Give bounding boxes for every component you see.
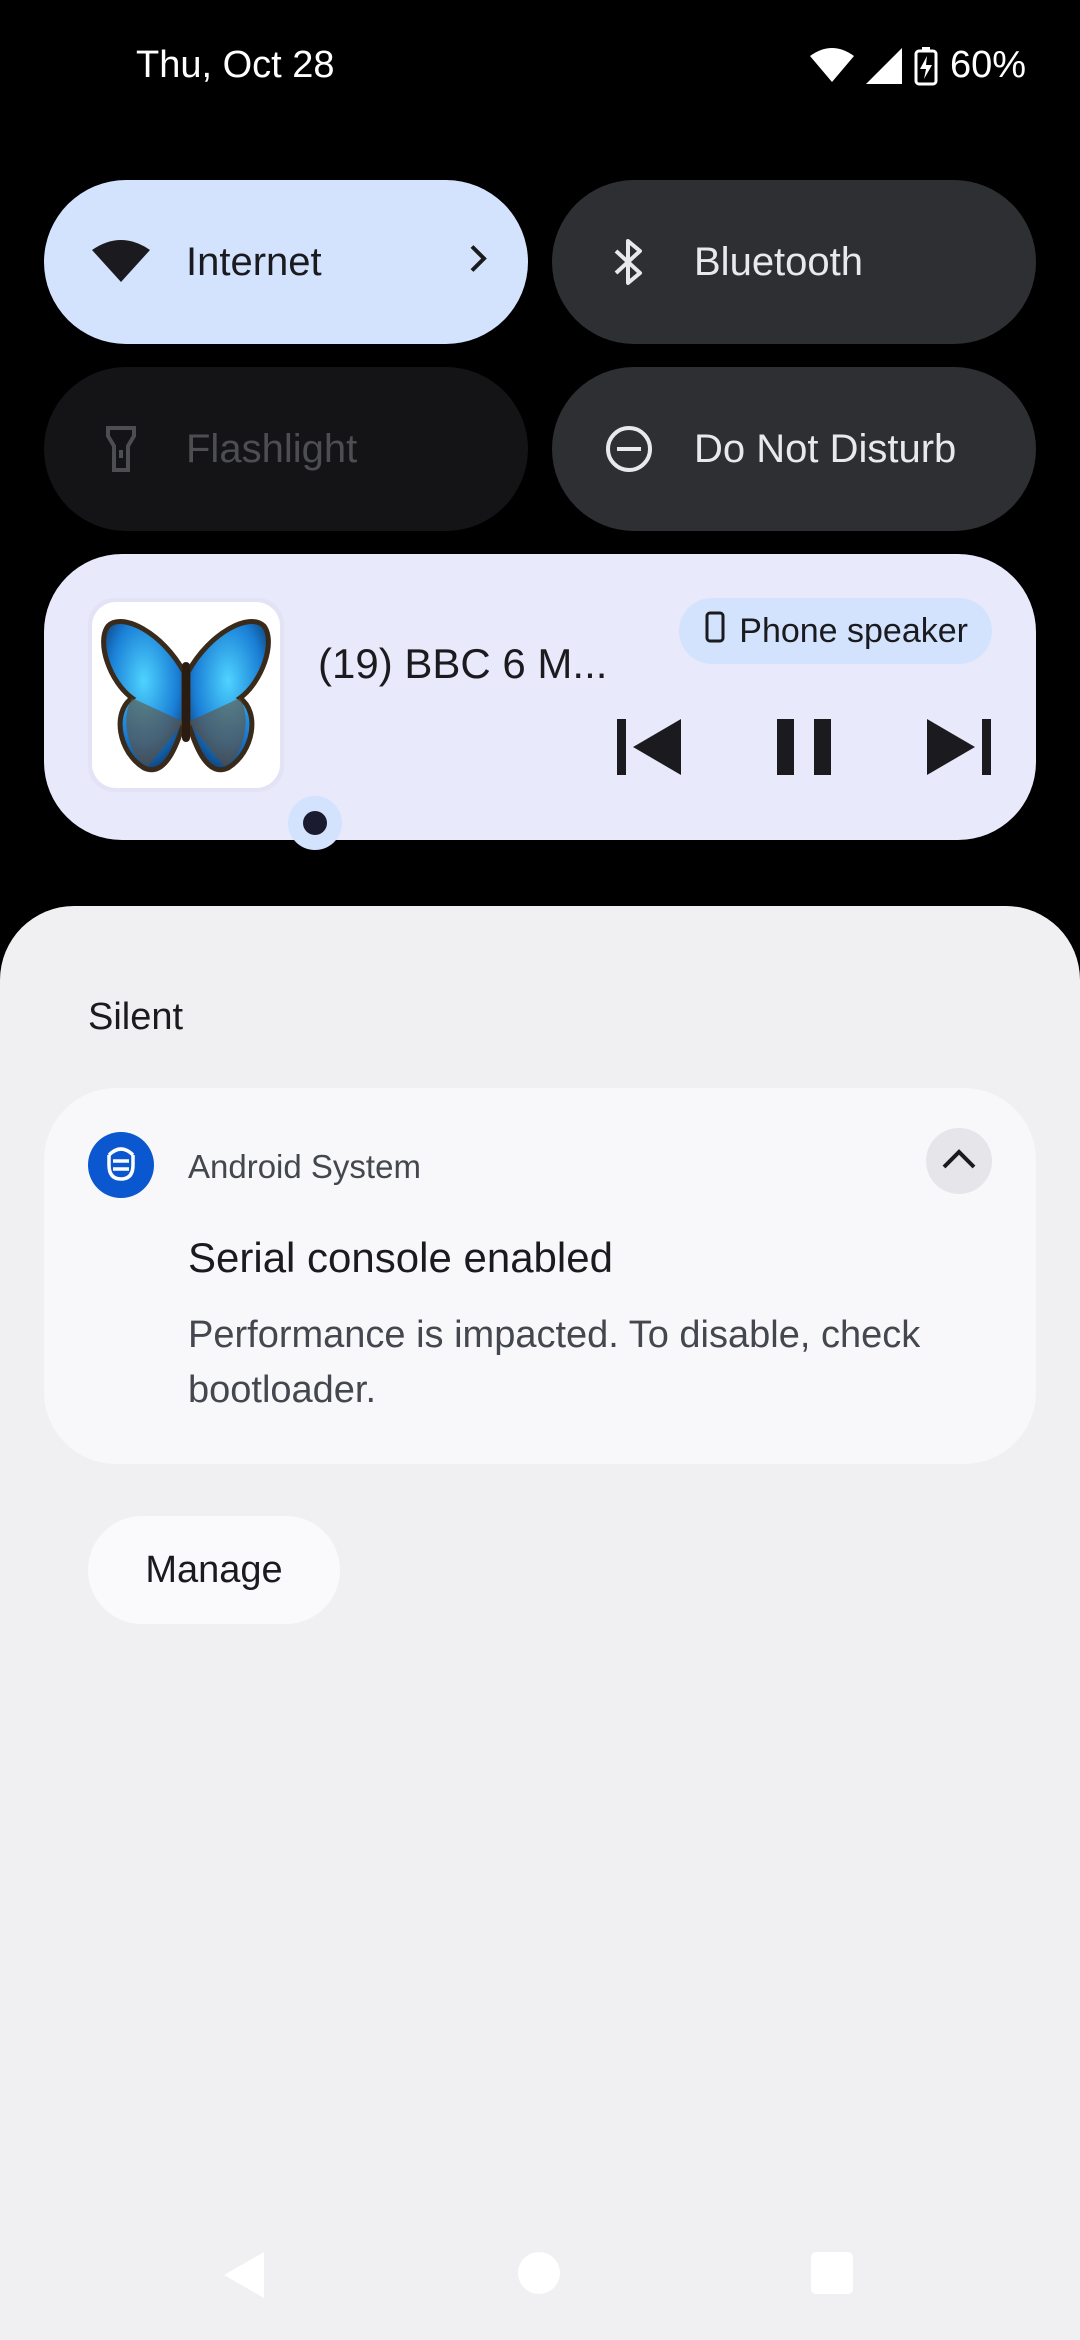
output-label: Phone speaker xyxy=(739,611,968,650)
status-date: Thu, Oct 28 xyxy=(136,44,335,86)
output-switcher-chip[interactable]: Phone speaker xyxy=(679,598,992,664)
notification-title: Serial console enabled xyxy=(188,1234,613,1281)
dnd-icon xyxy=(594,414,664,484)
tile-label: Bluetooth xyxy=(694,239,864,284)
status-icons: 60% xyxy=(809,44,1026,87)
tile-internet[interactable]: Internet xyxy=(44,180,528,344)
skip-previous-button[interactable] xyxy=(604,704,694,794)
tile-flashlight[interactable]: Flashlight xyxy=(44,367,528,531)
manage-button[interactable]: Manage xyxy=(88,1516,340,1624)
tile-label: Internet xyxy=(186,239,322,284)
media-player-card[interactable]: (19) BBC 6 M... Phone speaker xyxy=(44,554,1036,850)
tile-do-not-disturb[interactable]: Do Not Disturb xyxy=(552,367,1036,531)
tile-label: Do Not Disturb xyxy=(694,426,957,471)
nav-home-button[interactable] xyxy=(518,2252,560,2294)
section-header-silent: Silent xyxy=(88,996,184,1038)
wifi-icon xyxy=(86,227,156,297)
skip-previous-icon xyxy=(617,717,681,782)
back-icon xyxy=(224,2252,264,2298)
wifi-icon xyxy=(809,47,854,84)
flashlight-icon xyxy=(86,414,156,484)
album-art xyxy=(88,598,342,850)
notification-card[interactable]: Android System Serial console enabled Pe… xyxy=(44,1088,1036,1464)
battery-percent: 60% xyxy=(949,44,1026,86)
nav-back-button[interactable] xyxy=(222,2250,266,2305)
phone-icon xyxy=(705,611,725,652)
battery-charging-icon xyxy=(914,46,938,86)
output-badge xyxy=(288,796,342,850)
skip-next-button[interactable] xyxy=(914,704,1004,794)
nav-recents-button[interactable] xyxy=(811,2252,853,2294)
skip-next-icon xyxy=(927,717,991,782)
tile-bluetooth[interactable]: Bluetooth xyxy=(552,180,1036,344)
android-system-icon xyxy=(88,1132,154,1198)
bluetooth-icon xyxy=(594,227,664,297)
chevron-up-icon xyxy=(941,1148,977,1175)
butterfly-icon xyxy=(101,619,271,773)
media-title: (19) BBC 6 M... xyxy=(318,640,608,687)
tile-label: Flashlight xyxy=(186,426,358,471)
notification-app-name: Android System xyxy=(188,1148,421,1185)
collapse-button[interactable] xyxy=(926,1128,992,1194)
signal-icon xyxy=(865,47,902,84)
chevron-right-icon xyxy=(468,240,488,285)
pause-button[interactable] xyxy=(759,704,849,794)
pause-icon xyxy=(777,717,831,782)
notification-body: Performance is impacted. To disable, che… xyxy=(188,1314,921,1411)
